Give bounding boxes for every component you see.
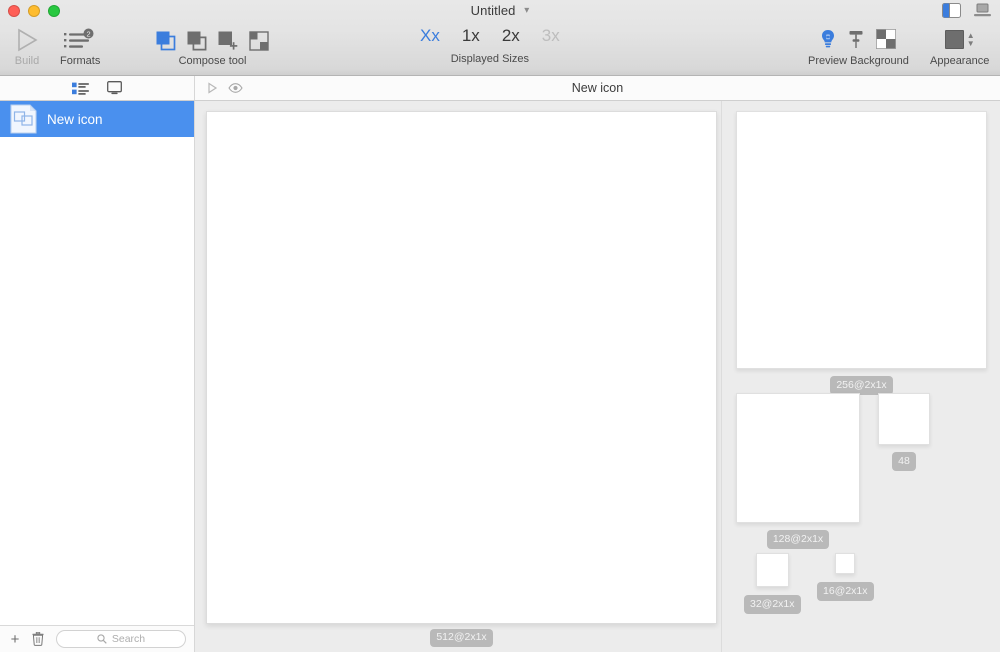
overlay-layers-icon[interactable] [155,30,177,52]
appearance-label: Appearance [930,55,990,67]
preview-tile-32[interactable] [755,553,789,587]
size-option-1x[interactable]: 1x [462,26,480,46]
sidebar-item-new-icon[interactable]: New icon [0,101,194,137]
display-preview-icon[interactable] [107,81,122,95]
paint-roller-icon[interactable] [848,29,864,50]
sidebar: New icon + Search [0,101,195,652]
toolbar-group-preview-background: Preview Background [808,26,909,67]
add-layer-icon[interactable] [217,30,239,52]
canvas-header: New icon [195,76,1000,100]
size-option-2x[interactable]: 2x [502,26,520,46]
secondary-toolbar: New icon [0,76,1000,101]
checkerboard-icon[interactable] [876,29,897,49]
toolbar-group-formats: 2 Formats [60,26,100,67]
play-icon[interactable] [14,28,40,52]
icon-list: New icon [0,101,194,625]
preview-badge-128: 128@2x1x [766,530,830,549]
search-icon [97,634,107,644]
search-input[interactable]: Search [56,630,186,648]
formats-list-icon[interactable]: 2 [63,28,97,52]
main-body: New icon + Search 512@2x1x 256@2x1x 128@… [0,101,1000,652]
canvas-title: New icon [571,81,624,95]
toolbar-group-build: Build [14,26,40,67]
preview-panel: 256@2x1x 128@2x1x 48 32@2x1x 16@2x1x [721,101,1000,652]
preview-tile-16[interactable] [835,553,856,574]
preview-badge-16: 16@2x1x [817,582,874,601]
preview-tile-256[interactable] [736,111,987,369]
preview-badge-32: 32@2x1x [744,595,801,614]
window-right-controls [942,3,992,18]
preview-item-128[interactable]: 128@2x1x [736,393,860,549]
canvas-512[interactable] [206,111,717,624]
preview-item-16[interactable]: 16@2x1x [817,553,874,601]
document-title[interactable]: Untitled ▾ [0,3,1000,18]
sidebar-footer: + Search [0,625,194,652]
lightbulb-icon[interactable] [820,29,836,50]
canvas-badge-row: 512@2x1x [206,629,717,647]
sidebar-view-controls [0,76,195,100]
preview-item-48[interactable]: 48 [878,393,930,471]
search-placeholder: Search [111,633,146,645]
document-title-text: Untitled [470,3,516,18]
preview-badge-48: 48 [892,452,916,471]
add-icon-button[interactable]: + [8,632,22,647]
toolbar-group-displayed-sizes: Xx 1x 2x 3x Displayed Sizes [420,26,560,65]
build-label: Build [14,55,40,67]
up-down-stepper[interactable]: ▲ ▼ [967,31,975,47]
appearance-color-swatch[interactable] [944,29,964,49]
icon-document-thumb [10,104,37,134]
chevron-down-icon[interactable]: ▾ [524,5,529,16]
sidebar-toggle-icon[interactable] [942,3,961,18]
window-titlebar: Untitled ▾ Build 2 Formats Compose tool … [0,0,1000,76]
preview-item-256[interactable]: 256@2x1x [736,111,987,395]
canvas-artboard[interactable] [206,111,717,624]
formats-label: Formats [60,55,101,67]
stacked-layers-icon[interactable] [186,30,208,52]
compose-tool-label: Compose tool [178,55,247,67]
preview-tile-48[interactable] [878,393,930,445]
export-icon[interactable] [973,3,992,18]
preview-item-32[interactable]: 32@2x1x [744,553,801,614]
toolbar-group-compose: Compose tool [155,26,270,67]
list-view-icon[interactable] [72,82,89,95]
preview-background-label: Preview Background [808,55,909,67]
size-option-3x: 3x [541,26,560,45]
icon-composer-window: Untitled ▾ Build 2 Formats Compose tool … [0,0,1000,652]
preview-tile-128[interactable] [736,393,860,523]
canvas-area[interactable]: 512@2x1x [195,101,721,652]
formats-badge-count: 2 [87,29,91,38]
crop-resize-icon[interactable] [248,30,270,52]
toolbar-group-appearance: ▲ ▼ Appearance [930,26,989,67]
sidebar-item-label: New icon [47,111,103,127]
canvas-size-badge: 512@2x1x [430,629,493,647]
size-option-xx[interactable]: Xx [420,26,440,46]
displayed-sizes-label: Displayed Sizes [450,53,529,65]
trash-icon[interactable] [32,632,46,646]
